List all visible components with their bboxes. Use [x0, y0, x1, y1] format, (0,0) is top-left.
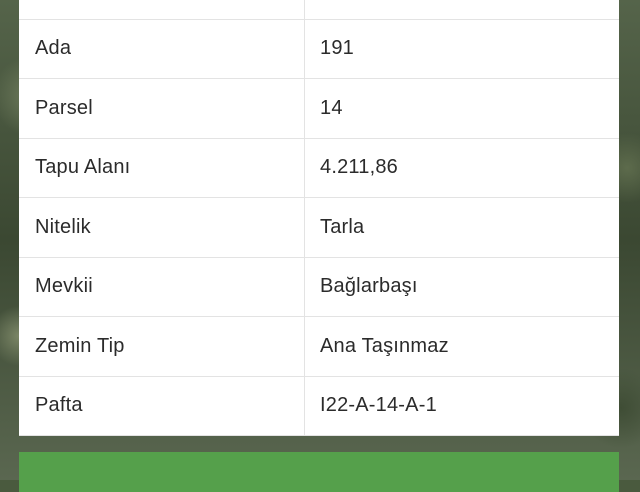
row-value: I22-A-14-A-1 — [320, 394, 437, 417]
row-label: Pafta — [19, 376, 305, 435]
row-label — [19, 0, 305, 19]
table-row-zemin-tip: Zemin Tip Ana Taşınmaz — [19, 317, 619, 377]
table-row-mevkii: Mevkii Bağlarbaşı — [19, 257, 619, 317]
table-row-nitelik: Nitelik Tarla — [19, 198, 619, 258]
row-label: Mevkii — [19, 257, 305, 316]
table-row-ada: Ada 191 — [19, 19, 619, 79]
row-label: Zemin Tip — [19, 317, 305, 376]
table-row-parsel: Parsel 14 — [19, 79, 619, 139]
row-label: Parsel — [19, 79, 305, 138]
row-value: 4.211,86 — [320, 156, 398, 179]
table-row-tapu-alani: Tapu Alanı 4.211,86 — [19, 138, 619, 198]
row-value: Ana Taşınmaz — [320, 334, 449, 357]
row-label: Ada — [19, 19, 305, 78]
row-value: Bağlarbaşı — [320, 275, 418, 298]
parcel-info-table: Ada 191 Parsel 14 Tapu Alanı 4.211,86 Ni… — [19, 0, 619, 436]
row-value: 191 — [320, 37, 354, 60]
row-value: Tarla — [320, 215, 365, 238]
table-row-pafta: Pafta I22-A-14-A-1 — [19, 376, 619, 436]
row-label: Tapu Alanı — [19, 138, 305, 197]
row-label: Nitelik — [19, 198, 305, 257]
row-value: 14 — [320, 96, 343, 119]
action-button[interactable] — [19, 452, 619, 492]
row-value — [305, 0, 619, 19]
table-row-partial — [19, 0, 619, 20]
